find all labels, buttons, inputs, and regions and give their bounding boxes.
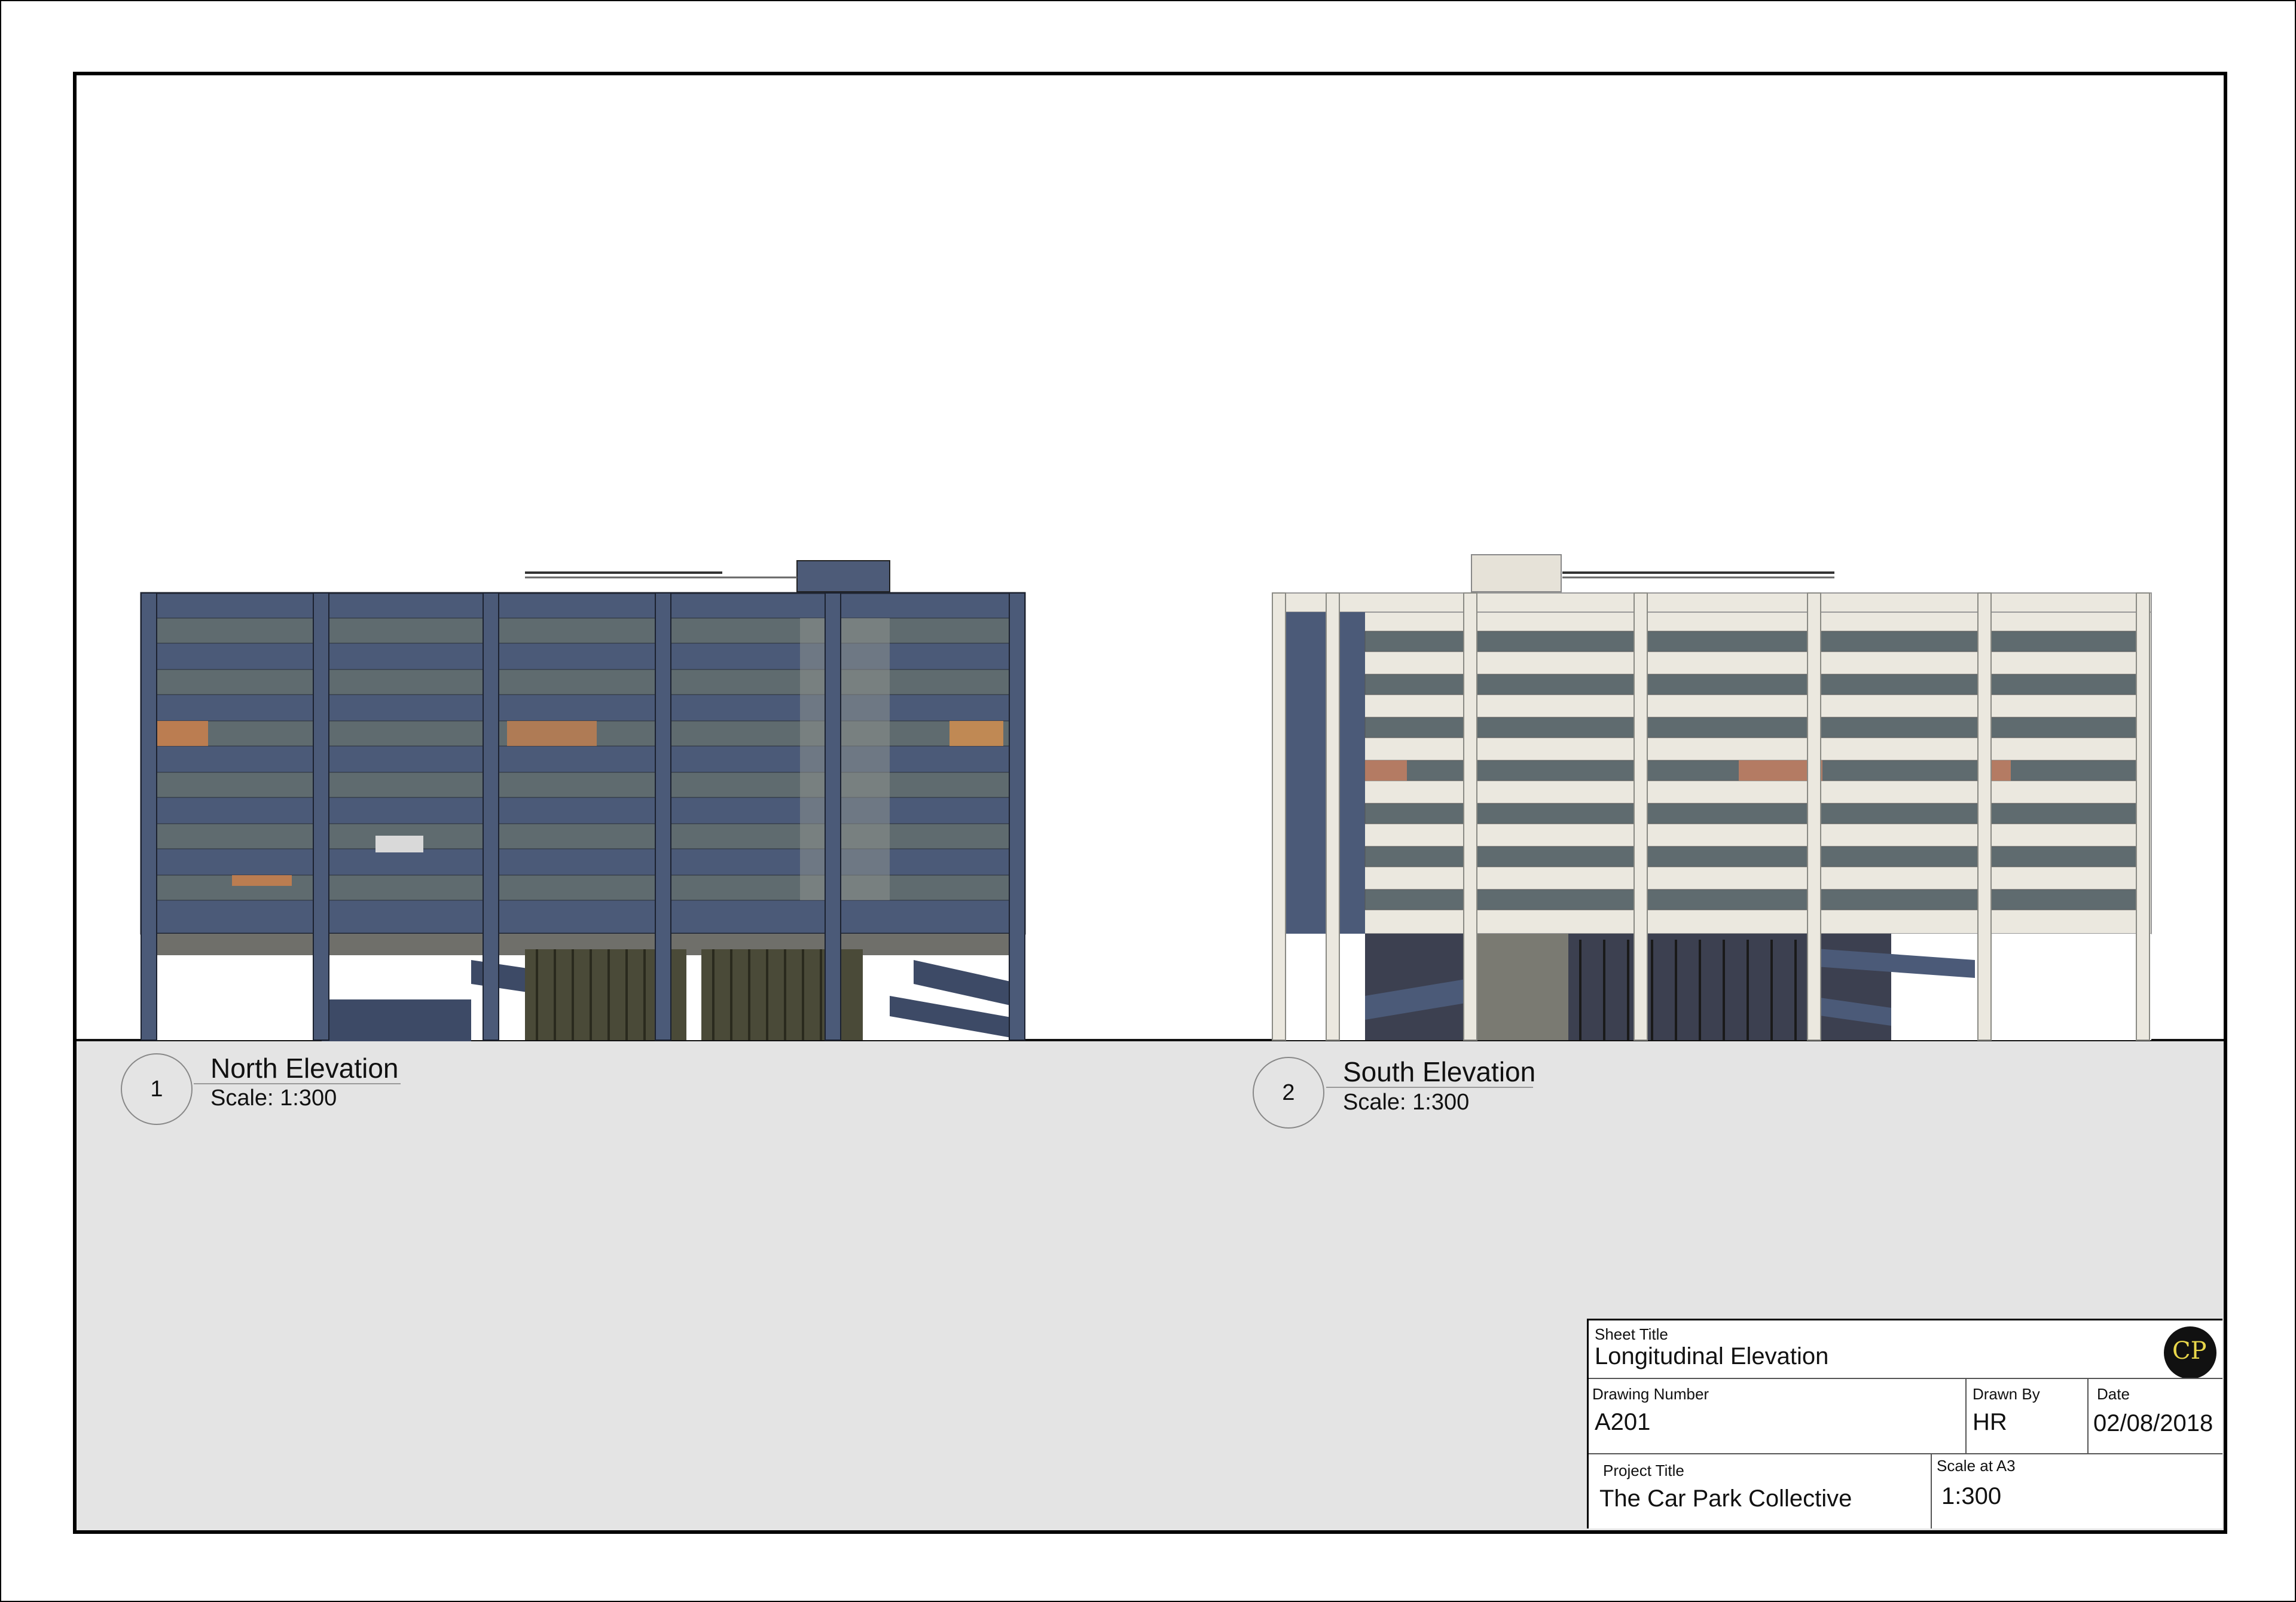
view-title-north: North Elevation — [210, 1053, 399, 1084]
title-block-divider-4 — [1589, 1453, 2222, 1454]
view-number-tag-2: 2 — [1253, 1057, 1324, 1129]
scale-label: Scale at A3 — [1937, 1457, 2016, 1475]
drawing-number-label: Drawing Number — [1592, 1385, 1709, 1403]
view-title-underline-north — [194, 1083, 401, 1084]
view-number-1: 1 — [150, 1077, 163, 1102]
project-title: The Car Park Collective — [1599, 1485, 1852, 1512]
sheet-title: Longitudinal Elevation — [1595, 1343, 1829, 1369]
view-scale-south: Scale: 1:300 — [1343, 1090, 1470, 1115]
view-number-2: 2 — [1282, 1080, 1295, 1105]
title-block-divider-3 — [2087, 1378, 2089, 1453]
date-label: Date — [2097, 1385, 2130, 1403]
drawing-number: A201 — [1595, 1409, 1651, 1435]
logo-text: CP — [2172, 1337, 2207, 1365]
company-logo: CP — [2164, 1326, 2216, 1379]
title-block-divider-5 — [1931, 1453, 1932, 1528]
project-title-label: Project Title — [1603, 1462, 1684, 1479]
view-title-south: South Elevation — [1343, 1056, 1536, 1087]
drawn-by-label: Drawn By — [1973, 1385, 2040, 1403]
view-number-tag-1: 1 — [121, 1053, 193, 1125]
title-block-divider-1 — [1589, 1378, 2222, 1379]
drawing-frame: 1 North Elevation Scale: 1:300 2 South E… — [73, 72, 2227, 1534]
north-elevation-drawing — [140, 560, 1026, 1041]
date: 02/08/2018 — [2093, 1410, 2213, 1436]
sheet-title-label: Sheet Title — [1595, 1325, 1668, 1343]
view-scale-north: Scale: 1:300 — [210, 1086, 337, 1111]
view-title-underline-south — [1326, 1087, 1533, 1088]
title-block: Sheet Title Longitudinal Elevation CP Dr… — [1587, 1319, 2222, 1528]
drawn-by: HR — [1973, 1409, 2007, 1435]
scale: 1:300 — [1941, 1483, 2002, 1509]
title-block-divider-2 — [1965, 1378, 1967, 1453]
south-elevation-drawing — [1272, 554, 2152, 1041]
